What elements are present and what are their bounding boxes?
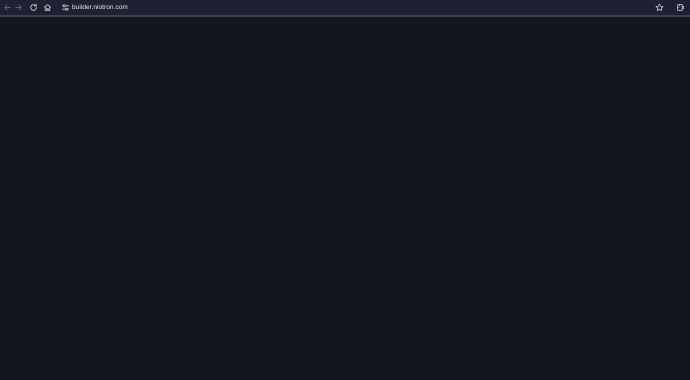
reload-icon [29,3,38,12]
extensions-button[interactable] [674,1,687,14]
back-arrow-icon [3,3,12,12]
url-text[interactable]: builder.niotron.com [72,1,128,14]
tune-icon [61,3,70,12]
home-icon [43,3,52,12]
bookmark-button[interactable] [653,1,666,14]
address-bar[interactable] [57,1,669,14]
browser-toolbar: builder.niotron.com [0,0,690,15]
star-icon [655,3,664,12]
page-content [0,17,690,380]
extensions-icon [676,3,685,12]
browser-window: builder.niotron.com [0,0,690,380]
forward-button[interactable] [12,1,25,14]
site-info-button[interactable] [59,1,72,14]
reload-button[interactable] [27,1,40,14]
home-button[interactable] [41,1,54,14]
forward-arrow-icon [14,3,23,12]
